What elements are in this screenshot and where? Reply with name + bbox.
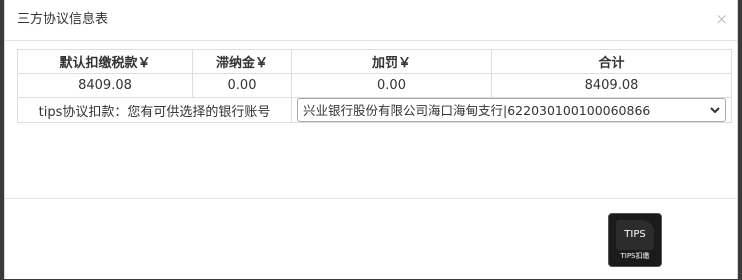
- close-icon[interactable]: ×: [715, 10, 728, 28]
- header-default-tax: 默认扣缴税款￥: [17, 49, 193, 74]
- tips-account-row: tips协议扣款：您有可供选择的银行账号 兴业银行股份有限公司海口海甸支行|62…: [17, 97, 732, 123]
- bank-account-select[interactable]: 兴业银行股份有限公司海口海甸支行|622030100100060866: [297, 98, 726, 122]
- cell-total: 8409.08: [491, 73, 732, 98]
- chevron-down-icon: [710, 107, 720, 114]
- cell-default-tax: 8409.08: [17, 73, 193, 98]
- tips-badge: TIPS: [616, 220, 654, 250]
- dialog-body: 默认扣缴税款￥ 滞纳金￥ 加罚￥ 合计 8409.08 0.00 0.00 84…: [17, 49, 732, 123]
- tips-logo: TIPS TIPS扣缴: [608, 213, 662, 267]
- dialog-header: 三方协议信息表 ×: [5, 0, 737, 41]
- bank-account-selected-value: 兴业银行股份有限公司海口海甸支行|622030100100060866: [303, 103, 651, 118]
- dialog-footer: TIPS TIPS扣缴: [5, 198, 737, 280]
- table-header-row: 默认扣缴税款￥ 滞纳金￥ 加罚￥ 合计: [17, 49, 732, 74]
- tips-badge-text: TIPS: [624, 229, 646, 240]
- tripartite-agreement-dialog: 三方协议信息表 × 默认扣缴税款￥ 滞纳金￥ 加罚￥ 合计 8409.08 0.…: [4, 0, 738, 279]
- cell-late-fee: 0.00: [192, 73, 292, 98]
- account-select-cell: 兴业银行股份有限公司海口海甸支行|622030100100060866: [291, 97, 732, 123]
- table-row: 8409.08 0.00 0.00 8409.08: [17, 73, 732, 98]
- cell-penalty: 0.00: [291, 73, 492, 98]
- tips-account-label: tips协议扣款：您有可供选择的银行账号: [17, 97, 292, 123]
- header-total: 合计: [491, 49, 732, 74]
- tax-info-table: 默认扣缴税款￥ 滞纳金￥ 加罚￥ 合计 8409.08 0.00 0.00 84…: [17, 49, 732, 123]
- dialog-title: 三方协议信息表: [17, 12, 109, 27]
- header-late-fee: 滞纳金￥: [192, 49, 292, 74]
- tips-logo-caption: TIPS扣缴: [620, 252, 650, 260]
- header-penalty: 加罚￥: [291, 49, 492, 74]
